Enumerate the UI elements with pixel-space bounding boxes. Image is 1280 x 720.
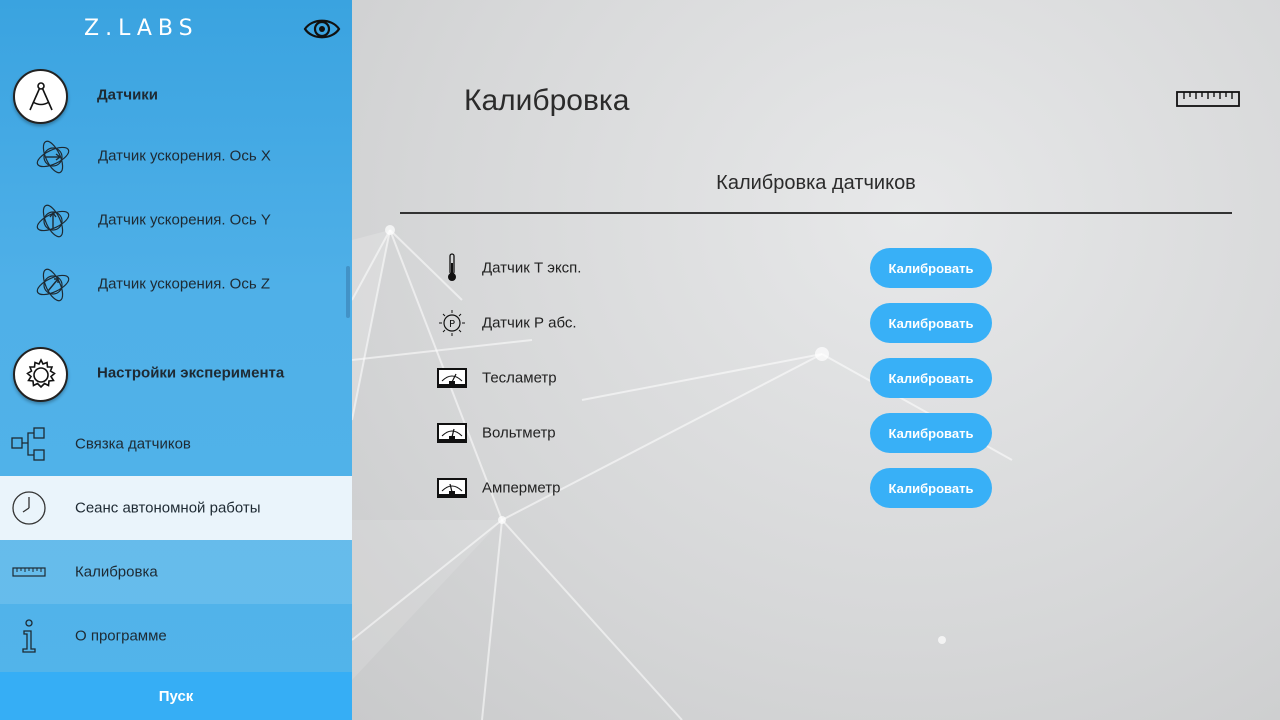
voltmeter-icon [436, 418, 468, 448]
sidebar-item-calibration[interactable]: Калибровка [0, 540, 352, 604]
ruler-icon [10, 554, 50, 590]
calibrate-button[interactable]: Калибровать [870, 358, 992, 398]
sidebar-item-label: О программе [75, 627, 167, 645]
teslameter-icon [436, 363, 468, 393]
calibration-row-label: Вольтметр [482, 424, 556, 442]
sidebar-item-label: Датчик ускорения. Ось Y [98, 211, 271, 229]
sidebar-item-sensor-link[interactable]: Связка датчиков [0, 412, 352, 476]
sidebar-item-label: Калибровка [75, 563, 158, 581]
calibration-row-label: Датчик Т эксп. [482, 259, 582, 277]
calibration-row: Вольтметр Калибровать [436, 413, 996, 453]
sidebar-item-autonomous-session[interactable]: Сеанс автономной работы [0, 476, 352, 540]
main-panel: Калибровка Калибровка датчиков Датчик Т … [352, 0, 1280, 720]
calibration-row-label: Датчик Р абс. [482, 314, 577, 332]
gear-icon [13, 347, 68, 402]
sidebar-item-label: Сеанс автономной работы [75, 499, 261, 517]
calibration-row-label: Тесламетр [482, 369, 557, 387]
section-experiment-settings[interactable]: Настройки эксперимента [0, 340, 352, 406]
sidebar-item-label: Датчик ускорения. Ось X [98, 147, 271, 165]
calibrate-button[interactable]: Калибровать [870, 303, 992, 343]
sidebar-item-about[interactable]: О программе [0, 604, 352, 668]
section-sensors[interactable]: Датчики [0, 62, 352, 128]
calibration-row-label: Амперметр [482, 479, 561, 497]
flowchart-icon [10, 426, 50, 462]
page-title: Калибровка [464, 84, 630, 117]
sidebar: Z.LABS Датчики Датчик ускорения. Ось X Д… [0, 0, 352, 720]
atom-icon [32, 136, 74, 178]
calibrate-button[interactable]: Калибровать [870, 248, 992, 288]
thermometer-icon [436, 253, 468, 283]
atom-icon [32, 200, 74, 242]
info-icon [10, 618, 50, 654]
eye-icon[interactable] [302, 14, 342, 44]
ammeter-icon [436, 473, 468, 503]
sidebar-item-accel-y[interactable]: Датчик ускорения. Ось Y [0, 188, 352, 252]
sidebar-item-label: Датчик ускорения. Ось Z [98, 275, 270, 293]
clock-icon [10, 490, 50, 526]
compass-icon [13, 69, 68, 124]
sidebar-item-accel-z[interactable]: Датчик ускорения. Ось Z [0, 252, 352, 316]
calibrate-button[interactable]: Калибровать [870, 468, 992, 508]
section-divider [400, 212, 1232, 214]
ruler-icon[interactable] [1176, 88, 1242, 110]
sidebar-header: Z.LABS [0, 0, 352, 62]
section-title: Калибровка датчиков [716, 172, 916, 194]
calibrate-button[interactable]: Калибровать [870, 413, 992, 453]
section-sensors-title: Датчики [97, 86, 159, 104]
atom-icon [32, 264, 74, 306]
svg-text:P: P [449, 319, 455, 330]
start-button[interactable]: Пуск [0, 672, 352, 720]
app-logo: Z.LABS [84, 16, 199, 41]
calibration-row: Датчик Т эксп. Калибровать [436, 248, 996, 288]
pressure-gauge-icon: P [436, 308, 468, 338]
sidebar-scrollbar[interactable] [346, 266, 350, 318]
calibration-row: P Датчик Р абс. Калибровать [436, 303, 996, 343]
calibration-row: Амперметр Калибровать [436, 468, 996, 508]
sidebar-item-label: Связка датчиков [75, 435, 191, 453]
section-experiment-settings-title: Настройки эксперимента [97, 364, 285, 382]
calibration-row: Тесламетр Калибровать [436, 358, 996, 398]
sidebar-item-accel-x[interactable]: Датчик ускорения. Ось X [0, 124, 352, 188]
